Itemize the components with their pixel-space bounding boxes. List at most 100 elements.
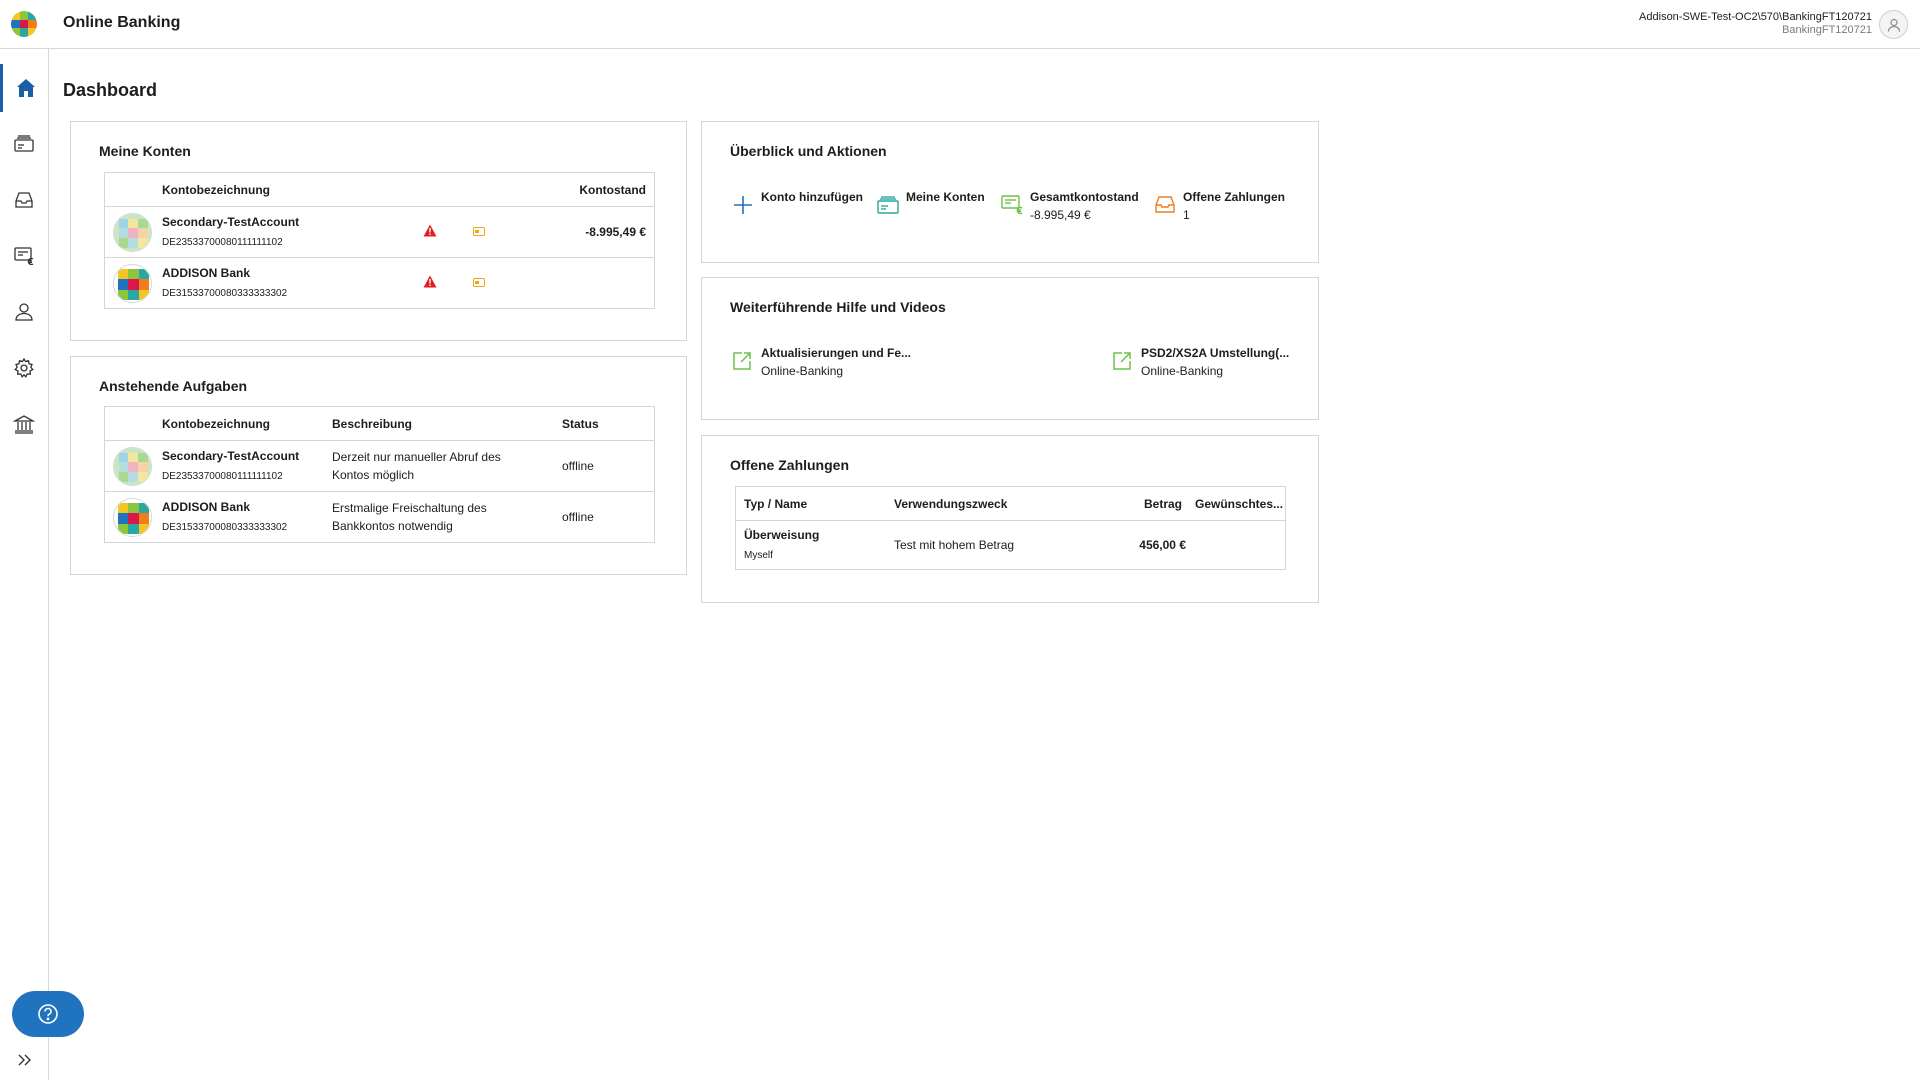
sidebar-item-user[interactable]: [0, 288, 48, 336]
account-name: ADDISON Bank: [162, 500, 251, 514]
column-header-gewuenschtes[interactable]: Gewünschtes...: [1195, 497, 1283, 511]
help-link-label: PSD2/XS2A Umstellung(...: [1141, 346, 1290, 360]
task-description-line: Erstmalige Freischaltung des: [332, 501, 487, 515]
sidebar-item-accounts[interactable]: [0, 120, 48, 168]
column-header-typ-name[interactable]: Typ / Name: [744, 497, 807, 511]
action-label: Konto hinzufügen: [761, 190, 863, 204]
column-header-kontostand[interactable]: Kontostand: [579, 183, 646, 197]
card-icon[interactable]: [473, 227, 485, 236]
table-header: Typ / Name Verwendungszweck Betrag Gewün…: [736, 487, 1285, 521]
tasks-table: Kontobezeichnung Beschreibung Status Sec…: [104, 406, 655, 543]
accounts-table: Kontobezeichnung Kontostand Secondary-Te…: [104, 172, 655, 309]
zahlungen-title: Offene Zahlungen: [730, 457, 849, 473]
action-label: Offene Zahlungen: [1183, 190, 1285, 204]
card-icon[interactable]: [473, 278, 485, 287]
aufgaben-title: Anstehende Aufgaben: [99, 378, 248, 394]
sidebar-item-home[interactable]: [0, 64, 48, 112]
external-link-icon: [733, 352, 751, 370]
hilfe-card: Weiterführende Hilfe und Videos Aktualis…: [701, 277, 1319, 420]
ueberblick-card: Überblick und Aktionen Konto hinzufügen …: [701, 121, 1319, 263]
warning-icon[interactable]: [423, 275, 437, 288]
top-bar: Online Banking Addison-SWE-Test-OC2\570\…: [0, 0, 1920, 49]
home-icon: [16, 79, 35, 97]
help-link-label: Aktualisierungen und Fe...: [761, 346, 912, 360]
warning-icon[interactable]: [423, 224, 437, 237]
sidebar-item-settings[interactable]: [0, 344, 48, 392]
user-info: Addison-SWE-Test-OC2\570\BankingFT120721…: [1639, 11, 1872, 37]
accounts-icon: [14, 135, 34, 152]
payment-name: Myself: [744, 550, 773, 561]
column-header-status[interactable]: Status: [562, 417, 599, 431]
column-header-verwendungszweck[interactable]: Verwendungszweck: [894, 497, 1007, 511]
bank-logo-icon: [113, 264, 152, 303]
sidebar: [0, 49, 84, 1080]
inbox-icon: [15, 192, 33, 208]
open-payments-button[interactable]: Offene Zahlungen 1: [1153, 190, 1303, 230]
sidebar-item-inbox[interactable]: [0, 176, 48, 224]
total-balance-value: -8.995,49 €: [1030, 208, 1091, 222]
account-name: Secondary-TestAccount: [162, 449, 300, 463]
task-description: Derzeit nur manueller Abruf des Kontos m…: [332, 448, 501, 484]
table-row[interactable]: Secondary-TestAccount DE2353370008011111…: [105, 441, 654, 492]
meine-konten-title: Meine Konten: [99, 143, 191, 159]
inbox-icon: [1155, 196, 1175, 213]
task-description-line: Bankkontos notwendig: [332, 519, 453, 533]
account-iban: DE23533700080111111102: [162, 237, 283, 248]
task-description-line: Kontos möglich: [332, 468, 415, 482]
action-label: Meine Konten: [906, 190, 985, 204]
gear-icon: [14, 357, 34, 378]
help-link-psd2[interactable]: PSD2/XS2A Umstellung(... Online-Banking: [1111, 346, 1301, 386]
table-row[interactable]: ADDISON Bank DE31533700080333333302: [105, 258, 654, 309]
account-iban: DE31533700080333333302: [162, 522, 288, 533]
user-name: BankingFT120721: [1782, 24, 1872, 36]
meine-konten-card: Meine Konten Kontobezeichnung Kontostand: [70, 121, 687, 341]
bank-building-icon: [13, 415, 35, 434]
plus-icon: [734, 196, 752, 214]
payment-type: Überweisung: [744, 528, 820, 542]
user-context: Addison-SWE-Test-OC2\570\BankingFT120721: [1639, 11, 1872, 23]
double-chevron-right-icon: [18, 1054, 31, 1066]
account-name: ADDISON Bank: [162, 266, 251, 280]
payments-euro-icon: [14, 247, 34, 266]
column-header-kontobezeichnung[interactable]: Kontobezeichnung: [162, 183, 270, 197]
help-button[interactable]: [12, 991, 84, 1037]
payments-table: Typ / Name Verwendungszweck Betrag Gewün…: [735, 486, 1286, 570]
balance-euro-icon: [1001, 195, 1023, 215]
addison-logo-icon: [11, 11, 37, 37]
bank-logo-icon: [113, 213, 152, 252]
table-header: Kontobezeichnung Kontostand: [105, 173, 654, 207]
accounts-icon: [877, 196, 899, 214]
payment-amount: 456,00 €: [1139, 538, 1186, 552]
anstehende-aufgaben-card: Anstehende Aufgaben Kontobezeichnung Bes…: [70, 356, 687, 575]
sidebar-item-payments[interactable]: [0, 232, 48, 280]
task-description-line: Derzeit nur manueller Abruf des: [332, 450, 501, 464]
help-link-category: Online-Banking: [1141, 364, 1224, 378]
help-link-updates[interactable]: Aktualisierungen und Fe... Online-Bankin…: [731, 346, 931, 386]
task-description: Erstmalige Freischaltung des Bankkontos …: [332, 499, 487, 535]
help-link-category: Online-Banking: [761, 364, 844, 378]
my-accounts-button[interactable]: Meine Konten: [876, 190, 996, 230]
app-title: Online Banking: [63, 14, 181, 31]
user-avatar-icon[interactable]: [1879, 10, 1908, 39]
task-status: offline: [562, 510, 594, 524]
column-header-beschreibung[interactable]: Beschreibung: [332, 417, 412, 431]
table-row[interactable]: Überweisung Myself Test mit hohem Betrag…: [736, 521, 1285, 570]
bank-logo-icon: [113, 447, 152, 486]
task-status: offline: [562, 459, 594, 473]
expand-sidebar-button[interactable]: [14, 1049, 36, 1071]
bank-logo-icon: [113, 498, 152, 537]
ueberblick-title: Überblick und Aktionen: [730, 143, 887, 159]
table-row[interactable]: ADDISON Bank DE31533700080333333302 Erst…: [105, 492, 654, 543]
total-balance-button[interactable]: Gesamtkontostand -8.995,49 €: [1000, 190, 1150, 230]
add-account-button[interactable]: Konto hinzufügen: [731, 190, 871, 230]
column-header-kontobezeichnung[interactable]: Kontobezeichnung: [162, 417, 270, 431]
column-header-betrag[interactable]: Betrag: [1144, 497, 1182, 511]
sidebar-item-banks[interactable]: [0, 400, 48, 448]
question-circle-icon: [38, 1004, 58, 1024]
account-name: Secondary-TestAccount: [162, 215, 300, 229]
account-balance: -8.995,49 €: [585, 225, 646, 239]
payment-purpose: Test mit hohem Betrag: [894, 538, 1015, 552]
open-payments-count: 1: [1183, 208, 1190, 222]
action-label: Gesamtkontostand: [1030, 190, 1139, 204]
table-row[interactable]: Secondary-TestAccount DE2353370008011111…: [105, 207, 654, 258]
